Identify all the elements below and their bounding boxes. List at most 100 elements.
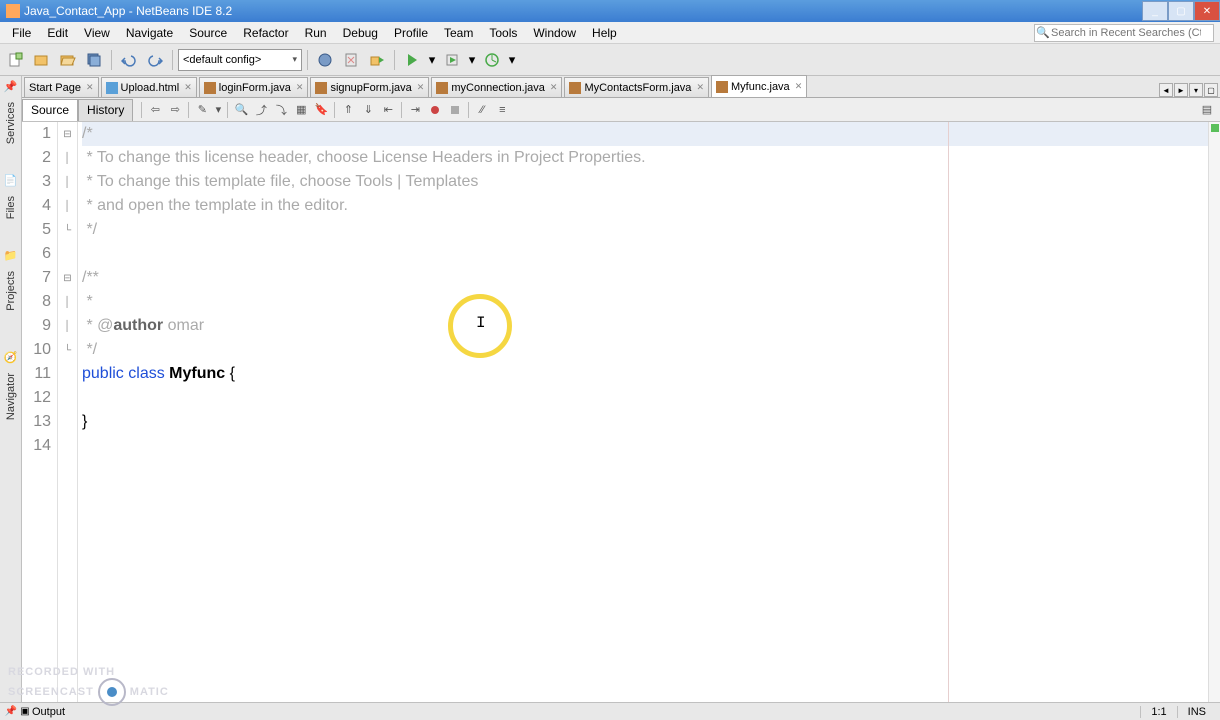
source-tab[interactable]: Source (22, 99, 78, 121)
menu-edit[interactable]: Edit (39, 24, 76, 42)
run-project-button[interactable] (365, 48, 389, 72)
macro-rec-button[interactable] (426, 101, 444, 119)
uncomment-button[interactable]: ≡ (493, 101, 511, 119)
rail-projects[interactable]: Projects (5, 271, 17, 311)
menu-run[interactable]: Run (297, 24, 335, 42)
code-editor[interactable]: 1234567891011121314 ⊟│││└⊟││└ /* * To ch… (22, 122, 1220, 702)
menu-tools[interactable]: Tools (481, 24, 525, 42)
find-prev-button[interactable]: ⤴ (252, 101, 270, 119)
tab-upload-html[interactable]: Upload.html ✕ (101, 77, 197, 97)
profile-dropdown[interactable]: ▾ (506, 48, 518, 72)
menu-source[interactable]: Source (181, 24, 235, 42)
menu-file[interactable]: File (4, 24, 39, 42)
shift-left-button[interactable]: ⇤ (379, 101, 397, 119)
close-icon[interactable]: ✕ (417, 82, 425, 93)
run-dropdown[interactable]: ▾ (426, 48, 438, 72)
run-button[interactable] (400, 48, 424, 72)
files-icon[interactable]: 📄 (3, 172, 19, 188)
output-label[interactable]: Output (32, 706, 65, 718)
java-icon (716, 81, 728, 93)
last-edit-button[interactable]: ✎ (193, 101, 211, 119)
nav-back-button[interactable]: ⇦ (146, 101, 164, 119)
menu-refactor[interactable]: Refactor (235, 24, 296, 42)
java-icon (204, 82, 216, 94)
tab-label: MyContactsForm.java (584, 82, 691, 94)
close-icon[interactable]: ✕ (184, 82, 192, 93)
rail-files[interactable]: Files (5, 196, 17, 219)
close-icon[interactable]: ✕ (696, 82, 704, 93)
profile-button[interactable] (480, 48, 504, 72)
menu-view[interactable]: View (76, 24, 118, 42)
maximize-button[interactable]: ▢ (1168, 1, 1194, 21)
output-pin-icon[interactable]: 📌 (4, 706, 18, 718)
insert-mode: INS (1177, 706, 1216, 718)
fold-gutter[interactable]: ⊟│││└⊟││└ (58, 122, 78, 702)
rail-navigator[interactable]: Navigator (5, 373, 17, 420)
pin-icon[interactable]: 📌 (3, 78, 19, 94)
tab-myconnection[interactable]: myConnection.java ✕ (431, 77, 562, 97)
tab-scroll-right[interactable]: ► (1174, 83, 1188, 97)
undo-button[interactable] (117, 48, 141, 72)
rail-services[interactable]: Services (5, 102, 17, 144)
projects-icon[interactable]: 📁 (3, 247, 19, 263)
menu-help[interactable]: Help (584, 24, 625, 42)
no-errors-icon (1211, 124, 1219, 132)
search-recent[interactable]: 🔍 (1034, 24, 1214, 42)
comment-button[interactable]: ⁄⁄ (473, 101, 491, 119)
nav-fwd-button[interactable]: ⇨ (166, 101, 184, 119)
debug-dropdown[interactable]: ▾ (466, 48, 478, 72)
window-controls: _ ▢ ✕ (1142, 1, 1220, 21)
search-icon: 🔍 (1035, 26, 1051, 39)
new-project-button[interactable] (30, 48, 54, 72)
macro-stop-button[interactable] (446, 101, 464, 119)
menu-team[interactable]: Team (436, 24, 481, 42)
right-margin-line (948, 122, 949, 702)
tab-signupform[interactable]: signupForm.java ✕ (310, 77, 429, 97)
editor-header: Source History ⇦ ⇨ ✎ ▾ 🔍 ⤴ ⤵ ▦ 🔖 ⇑ ⇓ ⇤ (22, 98, 1220, 122)
tab-mycontactsform[interactable]: MyContactsForm.java ✕ (564, 77, 709, 97)
open-button[interactable] (56, 48, 80, 72)
clean-build-button[interactable] (339, 48, 363, 72)
save-all-button[interactable] (82, 48, 106, 72)
editor-toolbar: ⇦ ⇨ ✎ ▾ 🔍 ⤴ ⤵ ▦ 🔖 ⇑ ⇓ ⇤ ⇥ ⁄⁄ (139, 101, 511, 119)
close-icon[interactable]: ✕ (296, 82, 304, 93)
toggle-bookmark-button[interactable]: 🔖 (312, 101, 330, 119)
close-icon[interactable]: ✕ (550, 82, 558, 93)
shift-right-button[interactable]: ⇥ (406, 101, 424, 119)
close-icon[interactable]: ✕ (795, 81, 803, 92)
menu-window[interactable]: Window (525, 24, 584, 42)
tab-loginform[interactable]: loginForm.java ✕ (199, 77, 309, 97)
toggle-highlight-button[interactable]: ▦ (292, 101, 310, 119)
debug-button[interactable] (440, 48, 464, 72)
menu-profile[interactable]: Profile (386, 24, 436, 42)
error-stripe[interactable] (1208, 122, 1220, 702)
tab-myfunc[interactable]: Myfunc.java ✕ (711, 75, 807, 97)
tab-start-page[interactable]: Start Page ✕ (24, 77, 99, 97)
last-edit-dropdown[interactable]: ▾ (213, 101, 223, 119)
java-icon (436, 82, 448, 94)
tab-max-button[interactable]: ▢ (1204, 83, 1218, 97)
tab-scroll-left[interactable]: ◄ (1159, 83, 1173, 97)
config-combo[interactable]: <default config> (178, 49, 302, 71)
new-file-button[interactable] (4, 48, 28, 72)
redo-button[interactable] (143, 48, 167, 72)
menu-navigate[interactable]: Navigate (118, 24, 181, 42)
left-rail-1: 📌 Services 📄 Files 📁 Projects 🧭 Navigato… (0, 76, 22, 702)
find-next-button[interactable]: ⤵ (272, 101, 290, 119)
build-button[interactable] (313, 48, 337, 72)
text-caret-icon: I (476, 314, 486, 332)
search-input[interactable] (1051, 27, 1201, 39)
code-content[interactable]: /* * To change this license header, choo… (78, 122, 1208, 702)
split-button[interactable]: ▤ (1198, 101, 1216, 119)
java-icon (569, 82, 581, 94)
close-icon[interactable]: ✕ (86, 82, 94, 93)
next-bookmark-button[interactable]: ⇓ (359, 101, 377, 119)
navigator-icon[interactable]: 🧭 (3, 349, 19, 365)
menu-debug[interactable]: Debug (335, 24, 386, 42)
history-tab[interactable]: History (78, 99, 133, 121)
tab-list-button[interactable]: ▾ (1189, 83, 1203, 97)
close-button[interactable]: ✕ (1194, 1, 1220, 21)
find-sel-button[interactable]: 🔍 (232, 101, 250, 119)
minimize-button[interactable]: _ (1142, 1, 1168, 21)
prev-bookmark-button[interactable]: ⇑ (339, 101, 357, 119)
